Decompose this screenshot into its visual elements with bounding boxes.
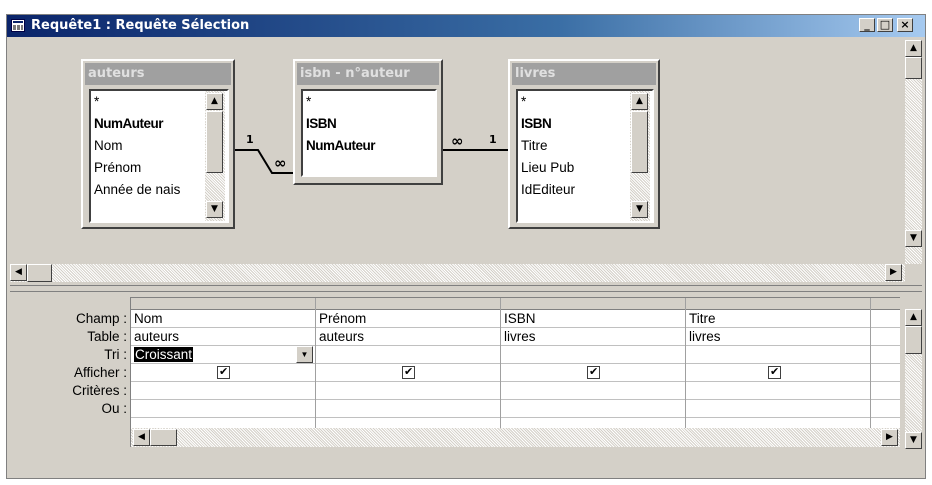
cell-afficher[interactable]: [316, 364, 500, 382]
table-design-pane: auteurs * NumAuteur Nom Prénom Année de …: [10, 40, 922, 282]
query-grid-pane: Champ : Table : Tri : Afficher : Critère…: [10, 293, 922, 477]
grid-vertical-scrollbar[interactable]: ▲ ▼: [905, 309, 922, 449]
maximize-button[interactable]: □: [877, 18, 893, 32]
relation-one-label: 1: [489, 133, 497, 146]
cell-criteres[interactable]: [316, 382, 500, 400]
sort-dropdown-value: Croissant: [134, 347, 194, 362]
scroll-thumb[interactable]: [150, 429, 177, 446]
cell-champ[interactable]: Nom: [131, 310, 315, 328]
design-pane-horizontal-scrollbar[interactable]: ◀ ▶: [10, 264, 905, 282]
grid-column: ISBN livres: [501, 298, 686, 447]
grid-column: Prénom auteurs: [316, 298, 501, 447]
column-selector[interactable]: [131, 298, 315, 310]
row-label-table: Table :: [87, 329, 127, 344]
cell-afficher[interactable]: [871, 364, 900, 382]
row-label-champ: Champ :: [75, 311, 127, 326]
cell-ou[interactable]: [316, 400, 500, 418]
scroll-right-icon[interactable]: ▶: [885, 264, 902, 281]
cell-tri[interactable]: [871, 346, 900, 364]
grid-column: Nom auteurs Croissant ▼: [131, 298, 316, 447]
cell-afficher[interactable]: [501, 364, 685, 382]
scroll-left-icon[interactable]: ◀: [10, 264, 27, 281]
grid-horizontal-scrollbar[interactable]: ◀ ▶: [131, 428, 900, 447]
scroll-up-icon[interactable]: ▲: [905, 40, 922, 57]
column-selector[interactable]: [871, 298, 900, 310]
cell-ou[interactable]: [131, 400, 315, 418]
sort-dropdown[interactable]: Croissant ▼: [131, 346, 313, 363]
scroll-down-icon[interactable]: ▼: [905, 432, 922, 449]
cell-criteres[interactable]: [871, 382, 900, 400]
cell-ou[interactable]: [871, 400, 900, 418]
cell-afficher[interactable]: [686, 364, 870, 382]
scroll-up-icon[interactable]: ▲: [905, 309, 922, 326]
query-icon: [11, 19, 25, 32]
design-pane-vertical-scrollbar[interactable]: ▲ ▼: [905, 40, 922, 264]
relation-one-label: 1: [246, 133, 254, 146]
row-label-tri: Tri :: [104, 347, 127, 362]
cell-criteres[interactable]: [686, 382, 870, 400]
column-selector[interactable]: [686, 298, 870, 310]
relation-many-label: ∞: [274, 154, 287, 172]
cell-champ[interactable]: Titre: [686, 310, 870, 328]
cell-table[interactable]: livres: [686, 328, 870, 346]
pane-splitter[interactable]: [10, 285, 922, 292]
dropdown-arrow-icon[interactable]: ▼: [296, 346, 313, 363]
cell-ou[interactable]: [501, 400, 685, 418]
column-selector[interactable]: [501, 298, 685, 310]
cell-tri[interactable]: [316, 346, 500, 364]
query-grid: Nom auteurs Croissant ▼ Prénom auteurs: [130, 297, 900, 447]
cell-tri[interactable]: [501, 346, 685, 364]
minimize-button[interactable]: _: [859, 18, 875, 32]
cell-criteres[interactable]: [131, 382, 315, 400]
cell-criteres[interactable]: [501, 382, 685, 400]
grid-column: [871, 298, 900, 447]
show-checkbox[interactable]: [768, 364, 781, 381]
cell-champ[interactable]: Prénom: [316, 310, 500, 328]
cell-ou[interactable]: [686, 400, 870, 418]
cell-afficher[interactable]: [131, 364, 315, 382]
query-window: Requête1 : Requête Sélection _ □ × auteu…: [6, 14, 926, 479]
show-checkbox[interactable]: [402, 364, 415, 381]
cell-champ[interactable]: [871, 310, 900, 328]
relation-many-label: ∞: [451, 132, 464, 150]
relationship-lines: 1 ∞ ∞ 1: [235, 132, 508, 174]
scroll-thumb[interactable]: [905, 57, 922, 79]
scroll-left-icon[interactable]: ◀: [133, 429, 150, 446]
show-checkbox[interactable]: [587, 364, 600, 381]
cell-champ[interactable]: ISBN: [501, 310, 685, 328]
scroll-right-icon[interactable]: ▶: [881, 429, 898, 446]
row-label-criteres: Critères :: [72, 383, 127, 398]
cell-tri[interactable]: [686, 346, 870, 364]
grid-column: Titre livres: [686, 298, 871, 447]
scroll-down-icon[interactable]: ▼: [905, 230, 922, 247]
cell-table[interactable]: auteurs: [316, 328, 500, 346]
window-title: Requête1 : Requête Sélection: [31, 18, 250, 33]
cell-tri[interactable]: Croissant ▼: [131, 346, 315, 364]
title-bar[interactable]: Requête1 : Requête Sélection _ □ ×: [7, 15, 925, 37]
show-checkbox[interactable]: [217, 364, 230, 381]
row-label-ou: Ou :: [101, 401, 127, 416]
cell-table[interactable]: auteurs: [131, 328, 315, 346]
row-label-afficher: Afficher :: [73, 365, 127, 380]
scroll-thumb[interactable]: [27, 264, 52, 282]
scroll-thumb[interactable]: [905, 326, 922, 354]
cell-table[interactable]: [871, 328, 900, 346]
cell-table[interactable]: livres: [501, 328, 685, 346]
column-selector[interactable]: [316, 298, 500, 310]
close-button[interactable]: ×: [897, 18, 913, 32]
